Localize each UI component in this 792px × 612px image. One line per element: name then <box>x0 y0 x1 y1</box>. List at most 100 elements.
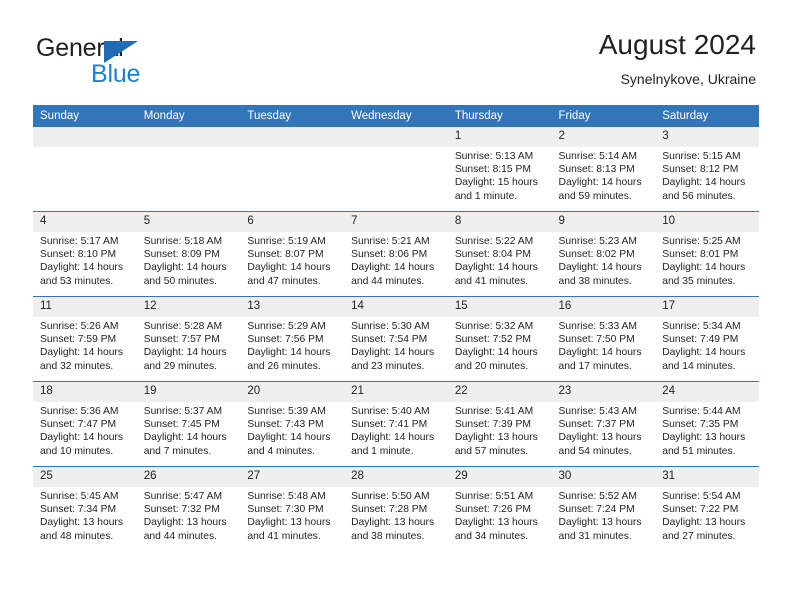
sunrise-text: Sunrise: 5:54 AM <box>662 491 741 502</box>
sunset-text: Sunset: 8:04 PM <box>454 249 531 261</box>
calendar-day-cell[interactable]: 19 Sunrise: 5:37 AM Sunset: 7:45 PM Dayligh… <box>136 381 241 467</box>
sunset-text: Sunset: 8:15 PM <box>454 164 531 176</box>
sunset-text: Sunset: 7:24 PM <box>558 504 635 516</box>
calendar-week-row: 25 Sunrise: 5:45 AM Sunset: 7:34 PM Dayligh… <box>33 466 759 551</box>
day-number: 11 <box>33 297 137 317</box>
calendar-day-cell[interactable]: 15 Sunrise: 5:32 AM Sunset: 7:52 PM Dayligh… <box>447 296 552 382</box>
day-details: Sunrise: 5:44 AM Sunset: 7:35 PM Daylight:… <box>655 402 759 458</box>
calendar-day-cell[interactable]: 27 Sunrise: 5:48 AM Sunset: 7:30 PM Dayligh… <box>240 466 345 551</box>
calendar-day-cell[interactable]: 8 Sunrise: 5:22 AM Sunset: 8:04 PM Daylight… <box>447 211 552 297</box>
calendar-grid: Sunday Monday Tuesday Wednesday Thursday… <box>33 105 759 551</box>
day-details: Sunrise: 5:21 AM Sunset: 8:06 PM Daylight:… <box>344 232 448 288</box>
day-number: 22 <box>447 382 552 402</box>
logo-text-blue: Blue <box>91 60 141 88</box>
calendar-day-cell[interactable]: 29 Sunrise: 5:51 AM Sunset: 7:26 PM Dayligh… <box>447 466 552 551</box>
day-number: 13 <box>240 297 345 317</box>
day-number: 15 <box>447 297 552 317</box>
daylight-text: Daylight: 13 hours and 44 minutes. <box>143 517 227 542</box>
day-number: 16 <box>551 297 656 317</box>
sunset-text: Sunset: 7:50 PM <box>558 334 635 346</box>
calendar-day-cell[interactable]: 24 Sunrise: 5:44 AM Sunset: 7:35 PM Dayligh… <box>655 381 759 467</box>
day-number: 12 <box>136 297 241 317</box>
sunset-text: Sunset: 7:35 PM <box>662 419 739 431</box>
calendar-day-cell[interactable]: 14 Sunrise: 5:30 AM Sunset: 7:54 PM Dayligh… <box>344 296 448 382</box>
calendar-day-cell[interactable]: 30 Sunrise: 5:52 AM Sunset: 7:24 PM Dayligh… <box>551 466 656 551</box>
calendar-day-cell[interactable]: 31 Sunrise: 5:54 AM Sunset: 7:22 PM Dayligh… <box>655 466 759 551</box>
sunset-text: Sunset: 8:10 PM <box>40 249 117 261</box>
calendar-day-cell[interactable]: 17 Sunrise: 5:34 AM Sunset: 7:49 PM Dayligh… <box>655 296 759 382</box>
calendar-page: General Blue August 2024 Synelnykove, Uk… <box>0 0 792 612</box>
sunset-text: Sunset: 7:32 PM <box>143 504 220 516</box>
day-number <box>33 127 137 147</box>
calendar-day-cell[interactable]: 20 Sunrise: 5:39 AM Sunset: 7:43 PM Dayligh… <box>240 381 345 467</box>
sunset-text: Sunset: 8:02 PM <box>558 249 635 261</box>
day-number: 9 <box>551 212 656 232</box>
day-details: Sunrise: 5:17 AM Sunset: 8:10 PM Daylight:… <box>33 232 137 288</box>
day-number: 30 <box>551 467 656 487</box>
page-header: General Blue August 2024 Synelnykove, Uk… <box>0 0 792 104</box>
sunset-text: Sunset: 7:57 PM <box>143 334 220 346</box>
daylight-text: Daylight: 13 hours and 48 minutes. <box>40 517 123 542</box>
calendar-day-cell[interactable]: 25 Sunrise: 5:45 AM Sunset: 7:34 PM Dayligh… <box>33 466 137 551</box>
day-details: Sunrise: 5:43 AM Sunset: 7:37 PM Daylight:… <box>552 402 656 458</box>
sunrise-text: Sunrise: 5:52 AM <box>558 491 637 502</box>
day-details: Sunrise: 5:29 AM Sunset: 7:56 PM Daylight:… <box>240 317 344 373</box>
day-details: Sunrise: 5:47 AM Sunset: 7:32 PM Daylight:… <box>137 487 241 543</box>
daylight-text: Daylight: 14 hours and 38 minutes. <box>558 262 642 287</box>
sunset-text: Sunset: 7:30 PM <box>247 504 324 516</box>
day-details: Sunrise: 5:32 AM Sunset: 7:52 PM Daylight:… <box>448 317 552 373</box>
calendar-day-cell[interactable]: 16 Sunrise: 5:33 AM Sunset: 7:50 PM Dayligh… <box>551 296 656 382</box>
calendar-day-cell[interactable]: 9 Sunrise: 5:23 AM Sunset: 8:02 PM Daylight… <box>551 211 656 297</box>
calendar-day-cell[interactable]: 2 Sunrise: 5:14 AM Sunset: 8:13 PM Daylight… <box>551 127 656 212</box>
day-details: Sunrise: 5:40 AM Sunset: 7:41 PM Daylight:… <box>344 402 448 458</box>
day-details: Sunrise: 5:52 AM Sunset: 7:24 PM Daylight:… <box>552 487 656 543</box>
sunrise-text: Sunrise: 5:47 AM <box>143 491 223 502</box>
calendar-day-cell[interactable]: 28 Sunrise: 5:50 AM Sunset: 7:28 PM Dayligh… <box>344 466 448 551</box>
weekday-header-friday: Friday <box>551 105 656 127</box>
day-number: 24 <box>655 382 759 402</box>
daylight-text: Daylight: 13 hours and 51 minutes. <box>662 432 746 457</box>
sunrise-text: Sunrise: 5:22 AM <box>454 236 534 247</box>
sunset-text: Sunset: 7:56 PM <box>247 334 324 346</box>
day-details: Sunrise: 5:36 AM Sunset: 7:47 PM Daylight:… <box>33 402 137 458</box>
day-details: Sunrise: 5:51 AM Sunset: 7:26 PM Daylight:… <box>448 487 552 543</box>
day-number: 23 <box>551 382 656 402</box>
calendar-day-cell[interactable]: 22 Sunrise: 5:41 AM Sunset: 7:39 PM Dayligh… <box>447 381 552 467</box>
calendar-day-cell[interactable]: 23 Sunrise: 5:43 AM Sunset: 7:37 PM Dayligh… <box>551 381 656 467</box>
calendar-day-cell[interactable]: 12 Sunrise: 5:28 AM Sunset: 7:57 PM Dayligh… <box>136 296 241 382</box>
sunrise-text: Sunrise: 5:34 AM <box>662 321 741 332</box>
day-number: 1 <box>447 127 552 147</box>
sunrise-text: Sunrise: 5:14 AM <box>558 151 637 162</box>
weekday-header-saturday: Saturday <box>655 105 759 127</box>
sunset-text: Sunset: 7:43 PM <box>247 419 324 431</box>
sunset-text: Sunset: 7:45 PM <box>143 419 220 431</box>
calendar-day-cell[interactable]: 4 Sunrise: 5:17 AM Sunset: 8:10 PM Daylight… <box>33 211 137 297</box>
generalblue-logo[interactable]: General Blue <box>36 34 216 90</box>
daylight-text: Daylight: 14 hours and 32 minutes. <box>40 347 123 372</box>
sunrise-text: Sunrise: 5:23 AM <box>558 236 637 247</box>
sunrise-text: Sunrise: 5:41 AM <box>454 406 534 417</box>
calendar-day-cell[interactable]: 21 Sunrise: 5:40 AM Sunset: 7:41 PM Dayligh… <box>344 381 448 467</box>
day-details: Sunrise: 5:37 AM Sunset: 7:45 PM Daylight:… <box>137 402 241 458</box>
day-number: 29 <box>447 467 552 487</box>
calendar-day-cell[interactable]: 18 Sunrise: 5:36 AM Sunset: 7:47 PM Dayligh… <box>33 381 137 467</box>
calendar-day-cell[interactable]: 11 Sunrise: 5:26 AM Sunset: 7:59 PM Dayligh… <box>33 296 137 382</box>
day-number: 7 <box>344 212 448 232</box>
calendar-day-cell[interactable]: 3 Sunrise: 5:15 AM Sunset: 8:12 PM Daylight… <box>655 127 759 212</box>
calendar-day-cell[interactable]: 13 Sunrise: 5:29 AM Sunset: 7:56 PM Dayligh… <box>240 296 345 382</box>
calendar-day-cell[interactable]: 5 Sunrise: 5:18 AM Sunset: 8:09 PM Daylight… <box>136 211 241 297</box>
sunset-text: Sunset: 7:34 PM <box>40 504 117 516</box>
sunrise-text: Sunrise: 5:43 AM <box>558 406 637 417</box>
sunrise-text: Sunrise: 5:44 AM <box>662 406 741 417</box>
day-details: Sunrise: 5:14 AM Sunset: 8:13 PM Daylight:… <box>552 147 656 203</box>
calendar-day-cell[interactable]: 26 Sunrise: 5:47 AM Sunset: 7:32 PM Dayligh… <box>136 466 241 551</box>
calendar-day-cell[interactable]: 10 Sunrise: 5:25 AM Sunset: 8:01 PM Dayligh… <box>655 211 759 297</box>
weekday-header-wednesday: Wednesday <box>344 105 448 127</box>
daylight-text: Daylight: 13 hours and 31 minutes. <box>558 517 642 542</box>
calendar-day-cell[interactable]: 6 Sunrise: 5:19 AM Sunset: 8:07 PM Daylight… <box>240 211 345 297</box>
day-number: 14 <box>344 297 448 317</box>
calendar-cell-empty <box>344 127 448 212</box>
calendar-day-cell[interactable]: 1 Sunrise: 5:13 AM Sunset: 8:15 PM Daylight… <box>447 127 552 212</box>
calendar-day-cell[interactable]: 7 Sunrise: 5:21 AM Sunset: 8:06 PM Daylight… <box>344 211 448 297</box>
day-details: Sunrise: 5:34 AM Sunset: 7:49 PM Daylight:… <box>655 317 759 373</box>
